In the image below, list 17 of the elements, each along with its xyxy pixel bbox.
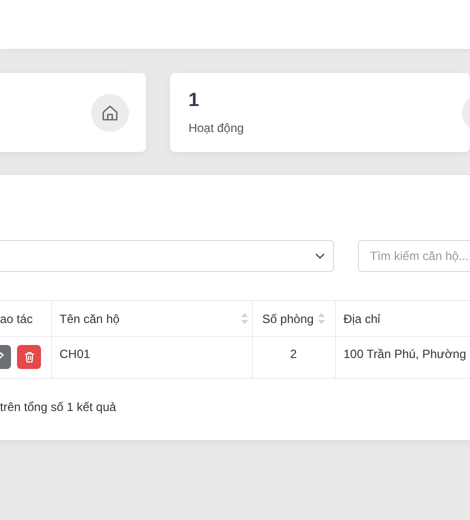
house-icon bbox=[91, 94, 130, 132]
delete-button[interactable] bbox=[17, 345, 41, 369]
pagination-info: trên tổng số 1 kết quả bbox=[0, 400, 118, 414]
column-header: ao tác bbox=[0, 312, 33, 326]
filter-select[interactable] bbox=[0, 240, 334, 272]
table-cell: 100 Trần Phú, Phường bbox=[344, 347, 466, 361]
stat-label: Hoạt động bbox=[188, 121, 244, 135]
trash-icon bbox=[24, 351, 34, 363]
column-header[interactable]: Tên căn hộ bbox=[60, 312, 120, 326]
sort-icon[interactable] bbox=[318, 313, 325, 324]
chevron-down-icon bbox=[315, 253, 325, 259]
search-field[interactable]: Tìm kiếm căn hộ... bbox=[358, 240, 470, 272]
stat-value: 1 bbox=[188, 90, 200, 112]
table-cell: CH01 bbox=[60, 347, 90, 361]
table-cell: 2 bbox=[290, 347, 297, 361]
column-header: Địa chỉ bbox=[344, 312, 380, 326]
sort-icon[interactable] bbox=[240, 313, 248, 324]
